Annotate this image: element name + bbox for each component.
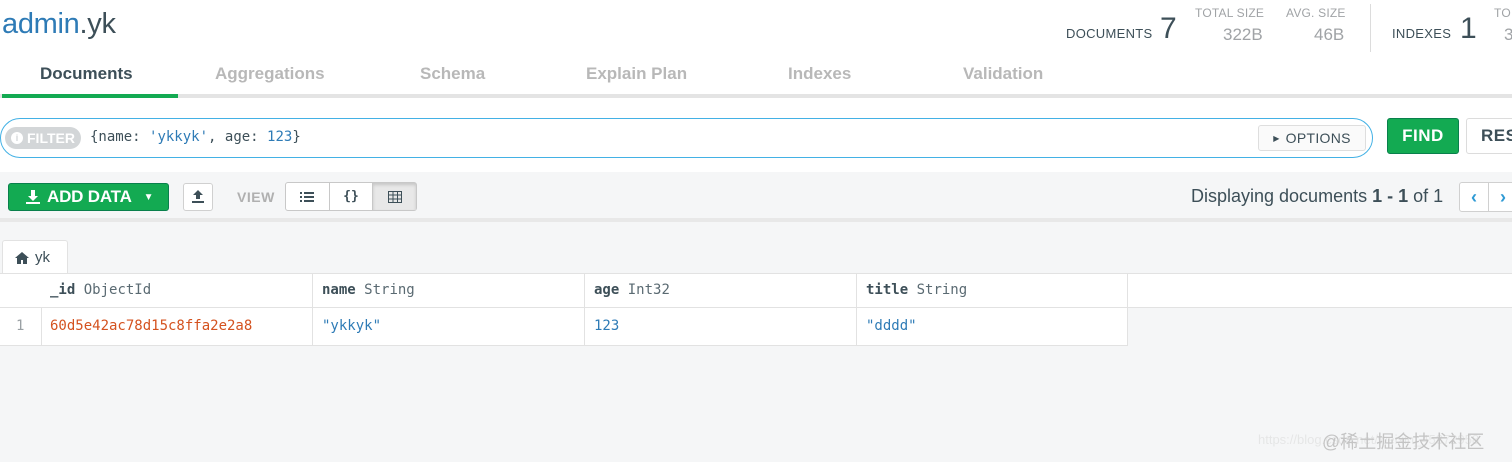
json-view-button[interactable]: {} [330,183,374,210]
view-label: VIEW [237,189,275,205]
options-label: OPTIONS [1285,130,1351,146]
total-size-value: 322B [1223,25,1263,44]
column-header-title[interactable]: title String [866,282,967,298]
chevron-right-icon[interactable]: › [1489,183,1512,211]
avg-size-label: AVG. SIZE [1286,6,1346,20]
cell-name[interactable]: "ykkyk" [322,318,381,334]
indexes-count: 1 [1460,12,1477,45]
filter-pill-label: FILTER [27,130,75,146]
total-size-label: TOTAL SIZE [1195,6,1265,20]
table-header [0,273,1512,308]
column-header-age[interactable]: age Int32 [594,282,670,298]
add-data-label: ADD DATA [47,187,132,206]
tab-schema[interactable]: Schema [420,64,485,84]
filter-pill[interactable]: i FILTER [5,127,81,149]
pagination-controls: ‹ › [1459,182,1512,212]
column-divider [584,273,585,346]
upload-icon [192,190,204,203]
filter-query-text[interactable]: {name: 'ykkyk', age: 123} [90,129,301,145]
avg-size-value: 46B [1314,25,1345,44]
indexes-label: INDEXES [1392,26,1452,41]
total-index-size-label: TO [1494,6,1511,20]
export-button[interactable] [183,183,213,211]
tab-validation[interactable]: Validation [963,64,1043,84]
chevron-left-icon[interactable]: ‹ [1460,183,1489,211]
cell-age[interactable]: 123 [594,318,619,334]
tab-indexes[interactable]: Indexes [788,64,851,84]
breadcrumb-label: yk [35,249,50,266]
tab-aggregations[interactable]: Aggregations [215,64,325,84]
collection-tabs: Documents Aggregations Schema Explain Pl… [0,58,1512,98]
total-index-size-value: 3 [1504,25,1512,44]
tab-explain-plan[interactable]: Explain Plan [586,64,687,84]
pagination-summary: Displaying documents 1 - 1 of 1 [1191,186,1444,206]
documents-count: 7 [1160,12,1177,45]
column-divider [41,308,42,346]
add-data-button[interactable]: ADD DATA ▼ [8,183,169,211]
list-icon [300,191,315,202]
filter-input[interactable]: i FILTER {name: 'ykkyk', age: 123} ▶ OPT… [0,118,1373,158]
documents-label: DOCUMENTS [1066,26,1153,41]
braces-icon: {} [343,189,359,204]
cell-id[interactable]: 60d5e42ac78d15c8ffa2e2a8 [50,318,252,334]
caret-right-icon: ▶ [1273,133,1280,143]
list-view-button[interactable] [286,183,330,210]
column-divider [312,273,313,346]
stats-divider [1370,4,1371,52]
find-button[interactable]: FIND [1387,118,1459,154]
tab-documents[interactable]: Documents [40,64,133,84]
column-divider [856,273,857,346]
column-header-name[interactable]: name String [322,282,415,298]
table-view-button[interactable] [373,183,417,210]
column-header-id[interactable]: _id ObjectId [50,282,151,298]
options-button[interactable]: ▶ OPTIONS [1258,125,1366,151]
table-icon [387,190,402,203]
reset-button[interactable]: RES [1466,118,1512,154]
breadcrumb[interactable]: yk [2,240,68,274]
collection-stats: DOCUMENTS 7 TOTAL SIZE 322B AVG. SIZE 46… [0,0,1512,60]
info-icon: i [11,132,23,144]
home-icon [15,251,29,264]
cell-title[interactable]: "dddd" [866,318,917,334]
row-number: 1 [16,318,25,334]
column-divider [1127,273,1128,346]
caret-down-icon: ▼ [143,191,154,203]
view-switcher: {} [285,182,417,211]
download-icon [26,190,40,204]
